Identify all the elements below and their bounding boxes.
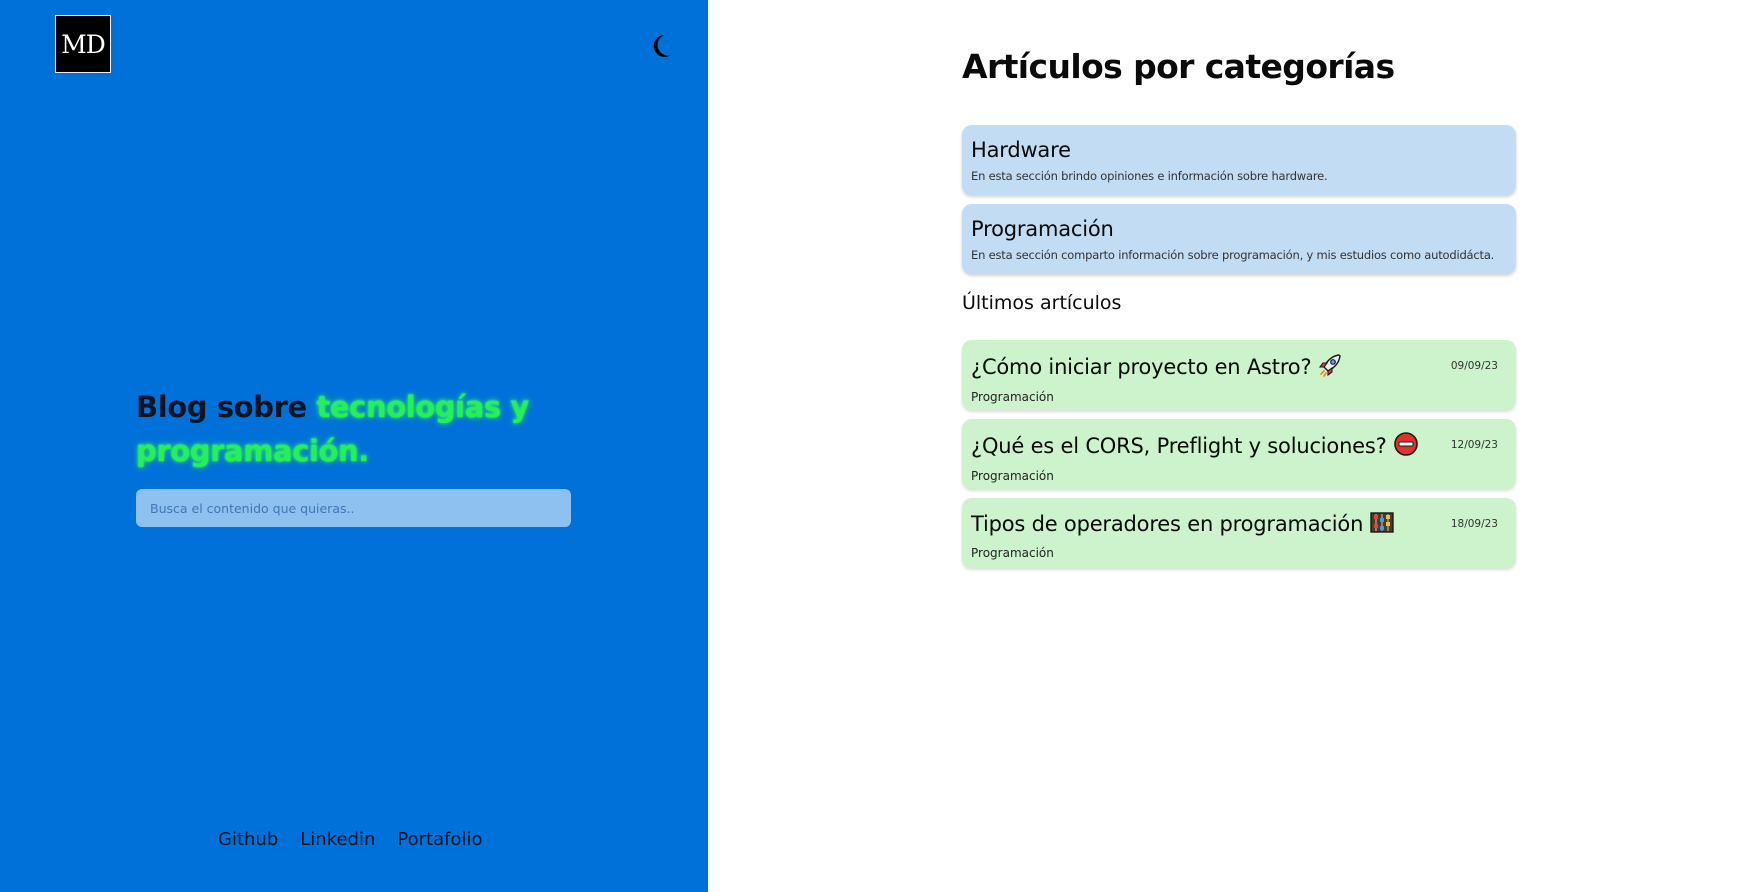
article-date: 09/09/23 — [1450, 360, 1498, 372]
article-title-row: ¿Qué es el CORS, Preflight y soluciones? — [971, 431, 1507, 463]
category-description: En esta sección comparto información sob… — [971, 248, 1495, 262]
article-category: Programación — [971, 546, 1054, 560]
moon-icon — [653, 34, 671, 57]
site-logo[interactable]: MD — [55, 15, 111, 73]
article-card[interactable]: ¿Cómo iniciar proyecto en Astro? 09/09/2… — [962, 340, 1516, 410]
article-title-row: Tipos de operadores en programación — [971, 510, 1507, 540]
article-card[interactable]: Tipos de operadores en programación 18/0… — [962, 498, 1516, 568]
main-content: Artículos por categorías Hardware En est… — [962, 0, 1516, 892]
article-title-row: ¿Cómo iniciar proyecto en Astro? — [971, 352, 1507, 384]
article-title: ¿Cómo iniciar proyecto en Astro? — [971, 355, 1312, 379]
article-card[interactable]: ¿Qué es el CORS, Preflight y soluciones?… — [962, 419, 1516, 489]
theme-toggle-button[interactable] — [650, 33, 674, 59]
article-category: Programación — [971, 469, 1054, 483]
portfolio-link[interactable]: Portafolio — [397, 829, 482, 850]
footer-links: Github Linkedin Portafolio — [218, 829, 482, 850]
article-category: Programación — [971, 390, 1054, 404]
rocket-icon — [1317, 352, 1343, 384]
abacus-icon — [1369, 510, 1395, 540]
article-date: 12/09/23 — [1450, 439, 1498, 451]
hero-title-plain: Blog sobre — [136, 390, 317, 424]
linkedin-link[interactable]: Linkedin — [300, 829, 375, 850]
logo-text: MD — [61, 29, 106, 59]
category-card-programacion[interactable]: Programación En esta sección comparto in… — [962, 204, 1516, 274]
latest-articles-heading: Últimos artículos — [962, 292, 1122, 314]
category-card-hardware[interactable]: Hardware En esta sección brindo opinione… — [962, 125, 1516, 195]
category-title: Hardware — [971, 138, 1071, 162]
sidebar: MD Blog sobre tecnologías y programación… — [0, 0, 708, 892]
article-title: ¿Qué es el CORS, Preflight y soluciones? — [971, 434, 1387, 458]
search-input[interactable] — [136, 489, 571, 527]
page-title: Artículos por categorías — [962, 47, 1395, 86]
category-description: En esta sección brindo opiniones e infor… — [971, 169, 1328, 183]
article-title: Tipos de operadores en programación — [971, 512, 1364, 536]
no-entry-icon — [1393, 431, 1419, 463]
hero-title: Blog sobre tecnologías y programación. — [136, 385, 576, 473]
article-date: 18/09/23 — [1450, 518, 1498, 530]
github-link[interactable]: Github — [218, 829, 278, 850]
category-title: Programación — [971, 217, 1114, 241]
